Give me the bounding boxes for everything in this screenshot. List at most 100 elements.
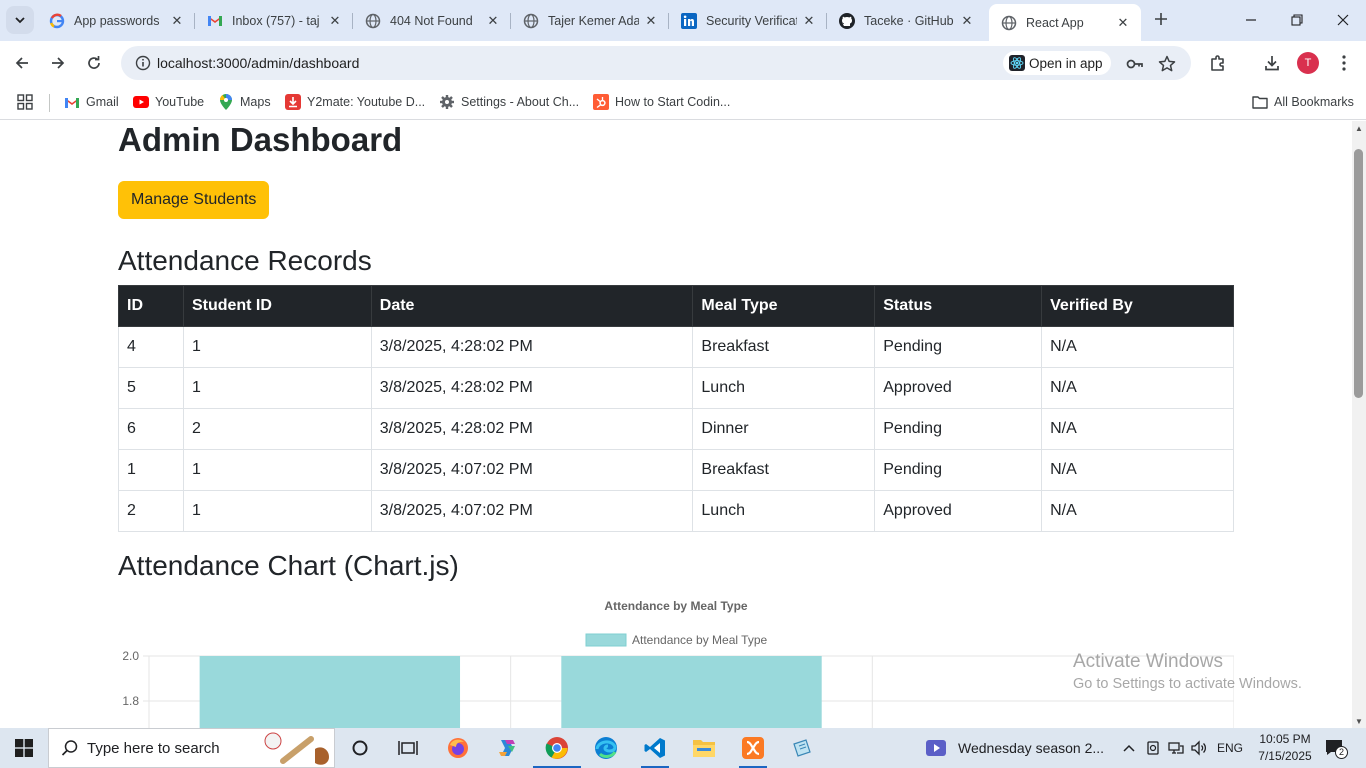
taskbar-search[interactable]: Type here to search — [48, 728, 335, 768]
reload-button[interactable] — [80, 49, 108, 77]
back-button[interactable] — [8, 49, 36, 77]
legend-label: Attendance by Meal Type — [632, 633, 768, 647]
restore-button[interactable] — [1274, 0, 1320, 40]
taskbar-edge[interactable] — [582, 728, 630, 768]
scroll-down-arrow-icon[interactable]: ▼ — [1355, 717, 1363, 726]
url-text[interactable]: localhost:3000/admin/dashboard — [157, 55, 359, 71]
attendance-chart-heading: Attendance Chart (Chart.js) — [118, 550, 459, 581]
download-icon[interactable] — [1260, 51, 1284, 75]
taskbar-vscode[interactable] — [631, 728, 679, 768]
all-bookmarks[interactable]: All Bookmarks — [1252, 92, 1354, 112]
tab-inbox[interactable]: Inbox (757) - taj ✕ — [195, 6, 353, 35]
language-indicator[interactable]: ENG — [1214, 728, 1246, 768]
table-cell: Lunch — [692, 490, 876, 532]
new-tab-button[interactable] — [1149, 7, 1173, 31]
browser-toolbar: localhost:3000/admin/dashboard Open in a… — [0, 41, 1366, 85]
forward-button[interactable] — [44, 49, 72, 77]
task-view-button[interactable] — [384, 728, 432, 768]
key-icon[interactable] — [1125, 54, 1145, 74]
site-info-icon[interactable] — [135, 55, 151, 76]
table-cell: 1 — [182, 326, 372, 368]
table-cell: 3/8/2025, 4:07:02 PM — [370, 449, 694, 491]
gear-icon — [439, 94, 455, 110]
close-tab-icon[interactable]: ✕ — [485, 13, 501, 29]
table-cell: 3/8/2025, 4:28:02 PM — [370, 326, 694, 368]
table-cell: 6 — [118, 408, 184, 450]
tab-security[interactable]: Security Verificat ✕ — [669, 6, 827, 35]
hubspot-icon — [593, 94, 609, 110]
close-tab-icon[interactable]: ✕ — [959, 13, 975, 29]
tab-search-button[interactable] — [6, 6, 34, 34]
youtube-icon — [133, 94, 149, 110]
taskbar-chrome[interactable] — [533, 728, 581, 768]
attendance-chart: Attendance by Meal Type Attendance by Mea… — [118, 591, 1234, 728]
volume-icon[interactable] — [1188, 728, 1210, 768]
table-cell: Lunch — [692, 367, 876, 409]
tab-app-passwords[interactable]: App passwords ✕ — [37, 6, 195, 35]
close-tab-icon[interactable]: ✕ — [169, 13, 185, 29]
tab-title: App passwords — [74, 13, 160, 28]
taskbar-clock[interactable]: 10:05 PM 7/15/2025 — [1252, 731, 1318, 765]
start-button[interactable] — [0, 728, 48, 768]
close-tab-icon[interactable]: ✕ — [1115, 15, 1131, 31]
close-tab-icon[interactable]: ✕ — [801, 13, 817, 29]
extensions-icon[interactable] — [1206, 51, 1230, 75]
arrow-right-icon — [52, 57, 65, 69]
star-icon[interactable] — [1157, 54, 1177, 74]
video-icon — [926, 740, 946, 756]
apps-grid-icon[interactable] — [17, 92, 33, 112]
scroll-up-arrow-icon[interactable]: ▲ — [1355, 124, 1363, 133]
gmail-icon — [64, 94, 80, 110]
table-cell: 4 — [118, 326, 184, 368]
tab-title: Inbox (757) - taj — [232, 13, 320, 28]
page-viewport: Admin Dashboard Manage Students Attendan… — [0, 121, 1352, 728]
show-hidden-icons-button[interactable] — [1118, 728, 1140, 768]
taskbar-firefox[interactable] — [434, 728, 482, 768]
table-row: 4 1 3/8/2025, 4:28:02 PM Breakfast Pendi… — [118, 326, 1234, 368]
tab-react-app[interactable]: React App ✕ — [989, 4, 1141, 41]
notifications-button[interactable]: 2 — [1320, 728, 1350, 768]
network-icon[interactable] — [1165, 728, 1187, 768]
attendance-records-heading: Attendance Records — [118, 245, 372, 276]
table-row: 2 1 3/8/2025, 4:07:02 PM Lunch Approved … — [118, 490, 1234, 532]
address-bar[interactable]: localhost:3000/admin/dashboard Open in a… — [121, 46, 1191, 80]
close-tab-icon[interactable]: ✕ — [643, 13, 659, 29]
news-text: Wednesday season 2... — [958, 740, 1105, 756]
tab-github[interactable]: Taceke · GitHub ✕ — [827, 6, 985, 35]
globe-icon — [523, 13, 539, 29]
bookmark-how-to-start[interactable]: How to Start Codin... — [593, 92, 730, 112]
vscode-icon — [644, 738, 665, 758]
bookmark-y2mate[interactable]: Y2mate: Youtube D... — [285, 92, 425, 112]
taskbar-copilot[interactable] — [483, 728, 531, 768]
cortana-button[interactable] — [336, 728, 384, 768]
column-header: Verified By — [1041, 285, 1234, 327]
bookmark-settings[interactable]: Settings - About Ch... — [439, 92, 579, 112]
cortana-circle-icon — [352, 740, 368, 756]
bookmark-maps[interactable]: Maps — [218, 92, 271, 112]
manage-students-button[interactable]: Manage Students — [118, 181, 270, 219]
taskbar-file-explorer[interactable] — [680, 728, 728, 768]
tab-tajer[interactable]: Tajer Kemer Ada ✕ — [511, 6, 669, 35]
open-in-app-button[interactable]: Open in app — [1003, 51, 1111, 75]
more-menu-icon[interactable] — [1332, 51, 1356, 75]
taskbar-xampp[interactable] — [729, 728, 777, 768]
taskbar-news-widget[interactable]: Wednesday season 2... — [926, 728, 1104, 768]
minimize-button[interactable] — [1228, 0, 1274, 40]
taskbar-notepad[interactable] — [778, 728, 826, 768]
bookmark-youtube[interactable]: YouTube — [133, 92, 204, 112]
tab-404[interactable]: 404 Not Found ✕ — [353, 6, 511, 35]
tray-device-icon[interactable] — [1142, 728, 1164, 768]
table-cell: N/A — [1041, 367, 1234, 409]
close-window-button[interactable] — [1320, 0, 1366, 40]
table-cell: 3/8/2025, 4:28:02 PM — [370, 408, 694, 450]
table-cell: N/A — [1041, 490, 1234, 532]
close-tab-icon[interactable]: ✕ — [327, 13, 343, 29]
plus-icon — [1155, 13, 1167, 25]
y-tick-label: 2.0 — [122, 649, 139, 663]
bookmark-gmail[interactable]: Gmail — [64, 92, 119, 112]
column-header: Status — [874, 285, 1043, 327]
scrollbar-thumb[interactable] — [1354, 149, 1363, 398]
bookmark-label: How to Start Codin... — [615, 95, 731, 109]
profile-avatar[interactable]: T — [1297, 52, 1319, 74]
page-scrollbar[interactable]: ▲ ▼ — [1352, 121, 1366, 728]
